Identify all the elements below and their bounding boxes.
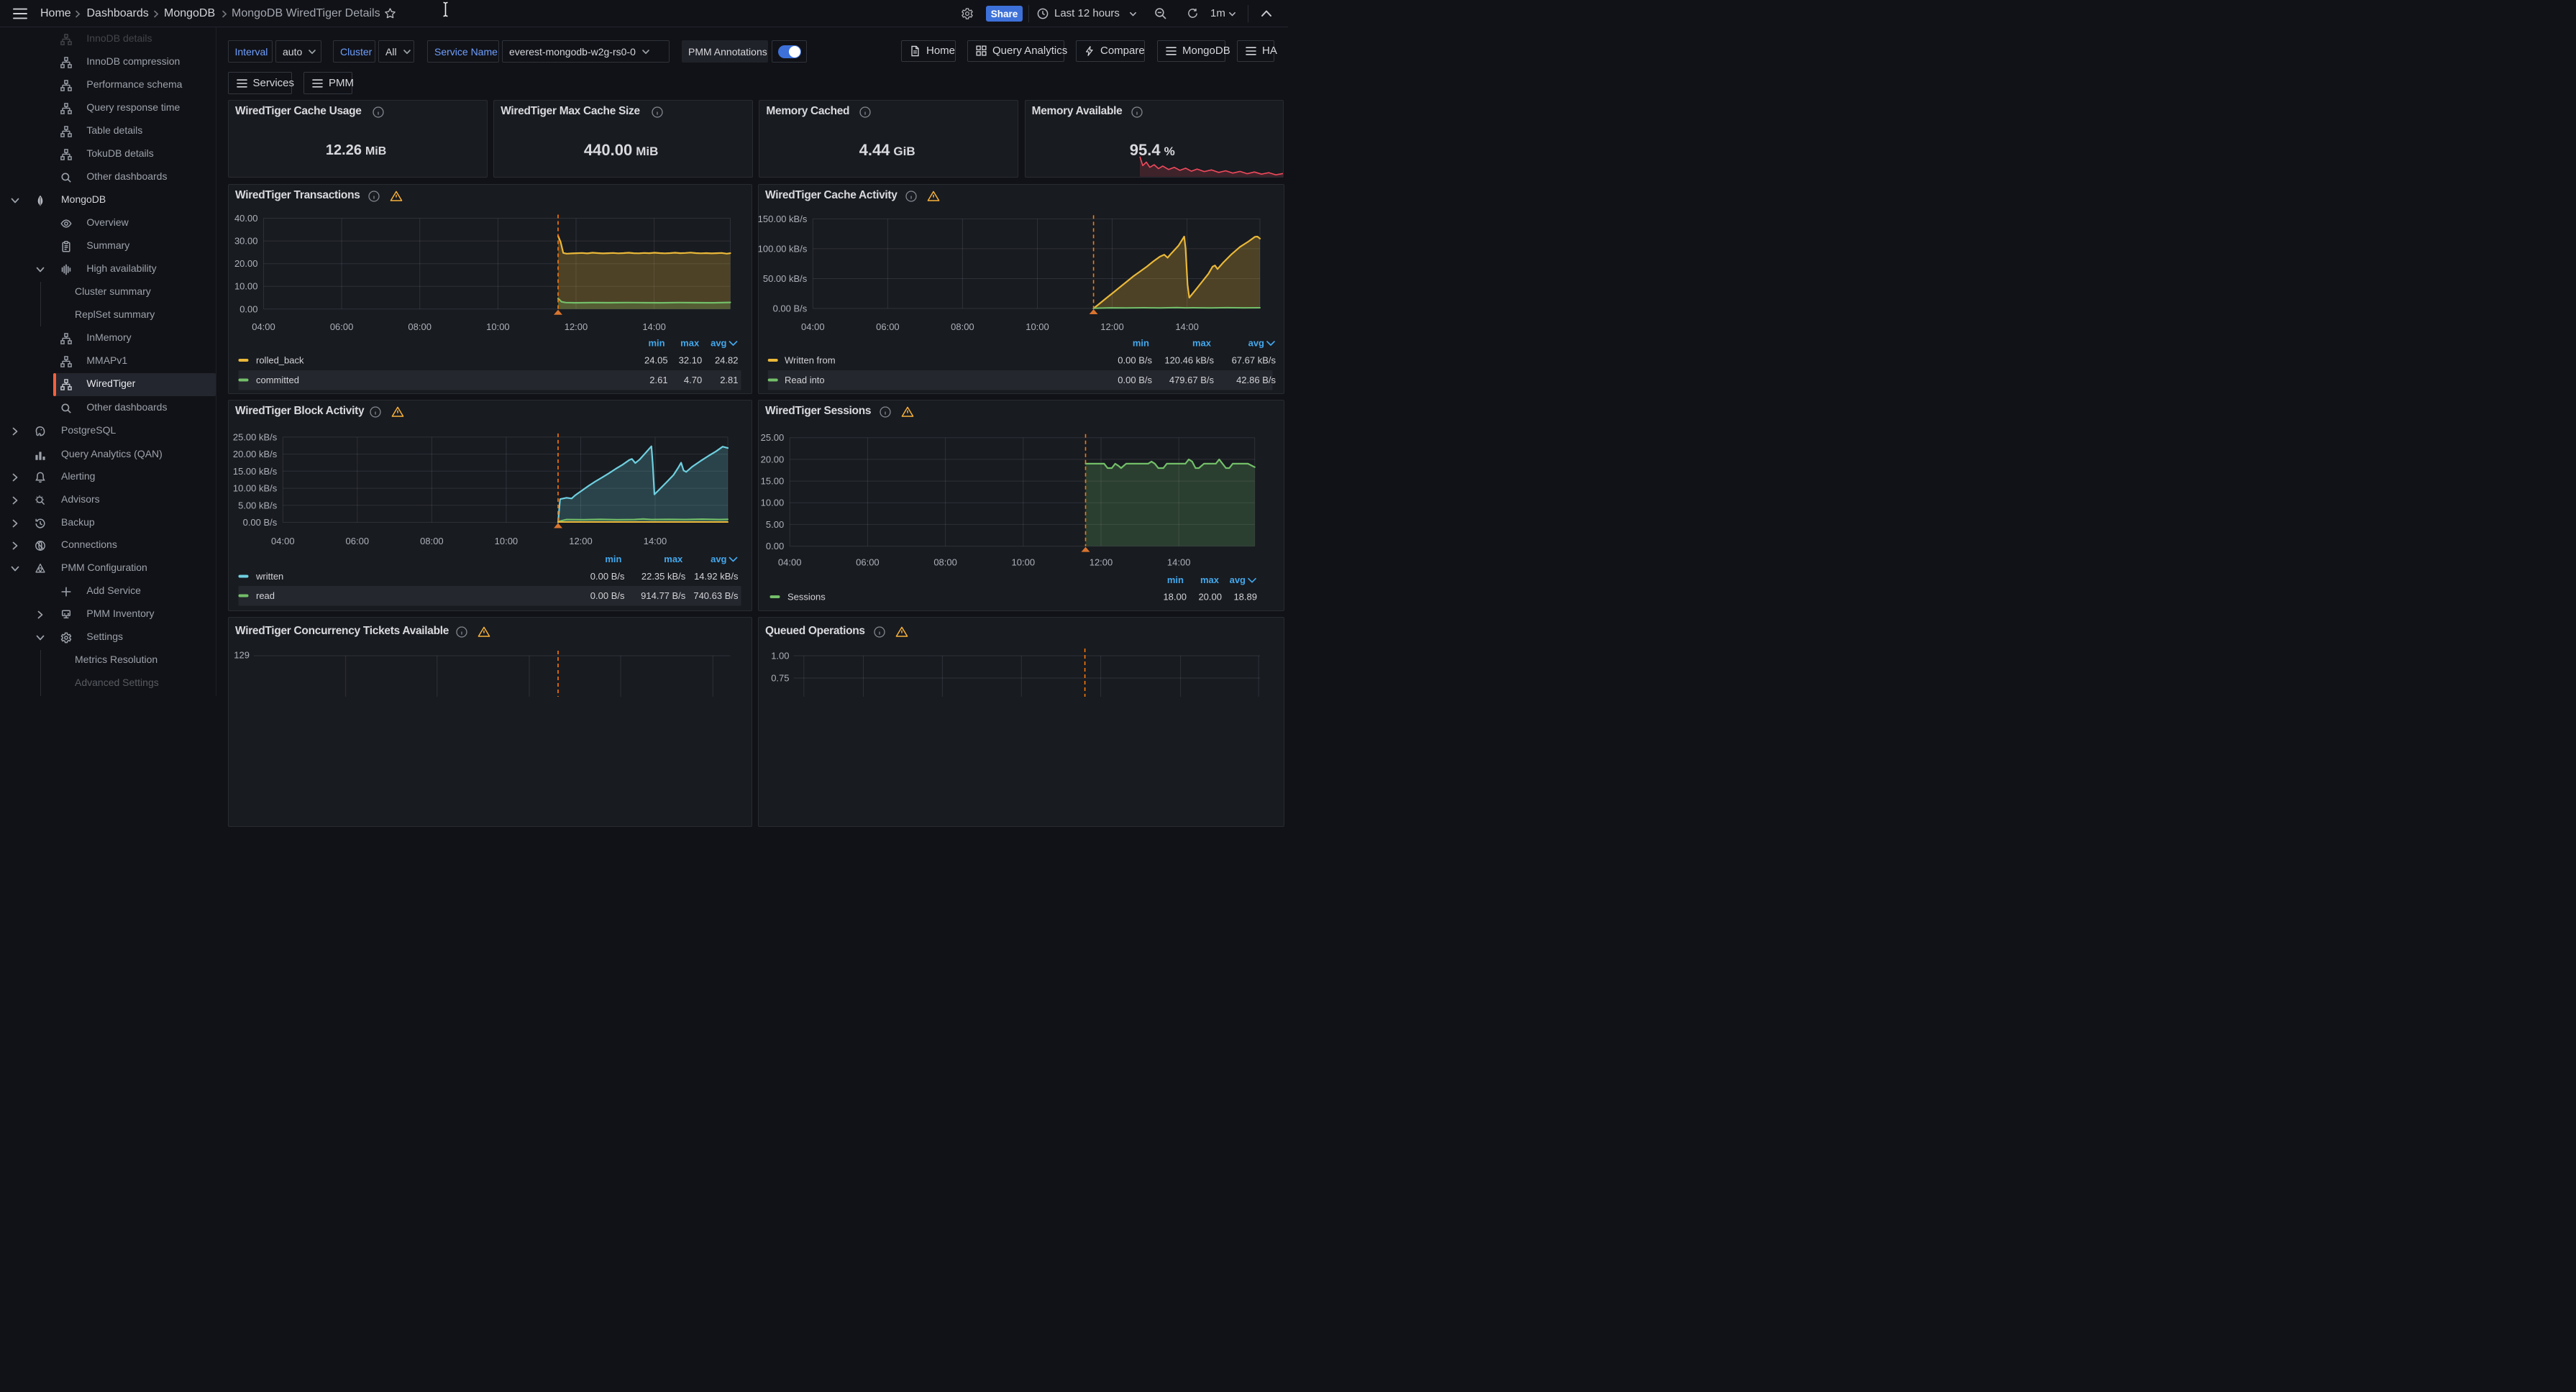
svg-text:14:00: 14:00 [1175,321,1199,332]
svg-text:06:00: 06:00 [856,557,880,567]
svg-text:12:00: 12:00 [1100,321,1124,332]
svg-text:150.00 kB/s: 150.00 kB/s [758,213,808,224]
svg-text:min: min [605,554,621,564]
svg-text:10:00: 10:00 [1026,321,1049,332]
svg-text:0.00 B/s: 0.00 B/s [590,571,625,582]
svg-text:5.00: 5.00 [766,518,784,529]
svg-text:10:00: 10:00 [486,321,510,332]
svg-text:20.00: 20.00 [234,258,258,269]
svg-text:04:00: 04:00 [252,321,275,332]
svg-text:42.86 B/s: 42.86 B/s [1236,375,1276,385]
svg-text:04:00: 04:00 [778,557,802,567]
svg-text:20.00: 20.00 [761,454,785,464]
svg-text:20.00: 20.00 [1198,591,1222,602]
svg-text:0.00 B/s: 0.00 B/s [243,517,278,528]
svg-text:12:00: 12:00 [565,321,588,332]
svg-text:max: max [1200,574,1220,585]
svg-text:12:00: 12:00 [1090,557,1113,567]
svg-text:avg: avg [711,337,726,348]
svg-text:4.70: 4.70 [684,375,702,385]
svg-text:14:00: 14:00 [1167,557,1191,567]
svg-text:min: min [1133,337,1149,348]
svg-text:Sessions: Sessions [787,591,826,602]
svg-text:10:00: 10:00 [1012,557,1036,567]
svg-text:max: max [680,337,700,348]
svg-text:14:00: 14:00 [644,536,667,546]
svg-text:read: read [256,590,275,601]
svg-text:1.00: 1.00 [771,650,789,661]
svg-text:min: min [648,337,664,348]
svg-text:08:00: 08:00 [951,321,974,332]
svg-text:2.81: 2.81 [720,375,738,385]
svg-text:24.05: 24.05 [644,354,668,365]
svg-text:written: written [255,571,283,582]
svg-text:25.00 kB/s: 25.00 kB/s [233,431,278,442]
svg-text:06:00: 06:00 [876,321,900,332]
svg-text:04:00: 04:00 [801,321,825,332]
svg-text:10.00: 10.00 [234,280,258,291]
svg-text:Written from: Written from [785,354,836,365]
svg-text:50.00 kB/s: 50.00 kB/s [763,273,808,284]
svg-text:0.00 B/s: 0.00 B/s [590,590,625,601]
svg-text:max: max [664,554,683,564]
svg-text:30.00: 30.00 [234,235,258,246]
svg-text:20.00 kB/s: 20.00 kB/s [233,449,278,459]
svg-text:40.00: 40.00 [234,213,258,224]
svg-text:avg: avg [1230,574,1246,585]
svg-text:100.00 kB/s: 100.00 kB/s [758,243,808,254]
svg-text:08:00: 08:00 [408,321,431,332]
svg-text:avg: avg [1248,337,1264,348]
svg-text:14.92 kB/s: 14.92 kB/s [694,571,739,582]
svg-text:18.89: 18.89 [1233,591,1257,602]
svg-text:24.82: 24.82 [715,354,739,365]
svg-text:0.75: 0.75 [771,672,789,683]
svg-text:129: 129 [234,649,250,660]
svg-text:2.61: 2.61 [649,375,667,385]
svg-text:0.00: 0.00 [239,303,257,314]
svg-text:22.35 kB/s: 22.35 kB/s [641,571,686,582]
svg-text:max: max [1192,337,1212,348]
svg-text:04:00: 04:00 [271,536,295,546]
svg-text:0.00: 0.00 [766,541,784,551]
svg-text:0.00 B/s: 0.00 B/s [773,303,808,313]
svg-text:32.10: 32.10 [679,354,703,365]
svg-text:committed: committed [256,375,299,385]
svg-text:0.00 B/s: 0.00 B/s [1118,354,1152,365]
svg-text:740.63 B/s: 740.63 B/s [693,590,739,601]
svg-text:min: min [1167,574,1184,585]
svg-text:avg: avg [711,554,726,564]
svg-text:Read into: Read into [785,375,825,385]
svg-text:10.00 kB/s: 10.00 kB/s [233,482,278,493]
svg-text:14:00: 14:00 [642,321,666,332]
svg-text:15.00 kB/s: 15.00 kB/s [233,465,278,476]
svg-text:rolled_back: rolled_back [256,354,304,365]
svg-text:10:00: 10:00 [495,536,519,546]
svg-text:08:00: 08:00 [933,557,957,567]
svg-text:5.00 kB/s: 5.00 kB/s [238,500,278,510]
svg-text:15.00: 15.00 [761,475,785,486]
svg-text:10.00: 10.00 [761,497,785,508]
svg-text:06:00: 06:00 [330,321,354,332]
svg-text:0.00 B/s: 0.00 B/s [1118,375,1152,385]
svg-text:914.77 B/s: 914.77 B/s [641,590,686,601]
svg-text:06:00: 06:00 [346,536,370,546]
svg-text:08:00: 08:00 [420,536,444,546]
svg-text:12:00: 12:00 [569,536,593,546]
svg-text:25.00: 25.00 [761,432,785,443]
svg-text:479.67 B/s: 479.67 B/s [1169,375,1215,385]
svg-text:120.46 kB/s: 120.46 kB/s [1164,354,1214,365]
svg-text:67.67 kB/s: 67.67 kB/s [1232,354,1276,365]
svg-text:18.00: 18.00 [1163,591,1187,602]
